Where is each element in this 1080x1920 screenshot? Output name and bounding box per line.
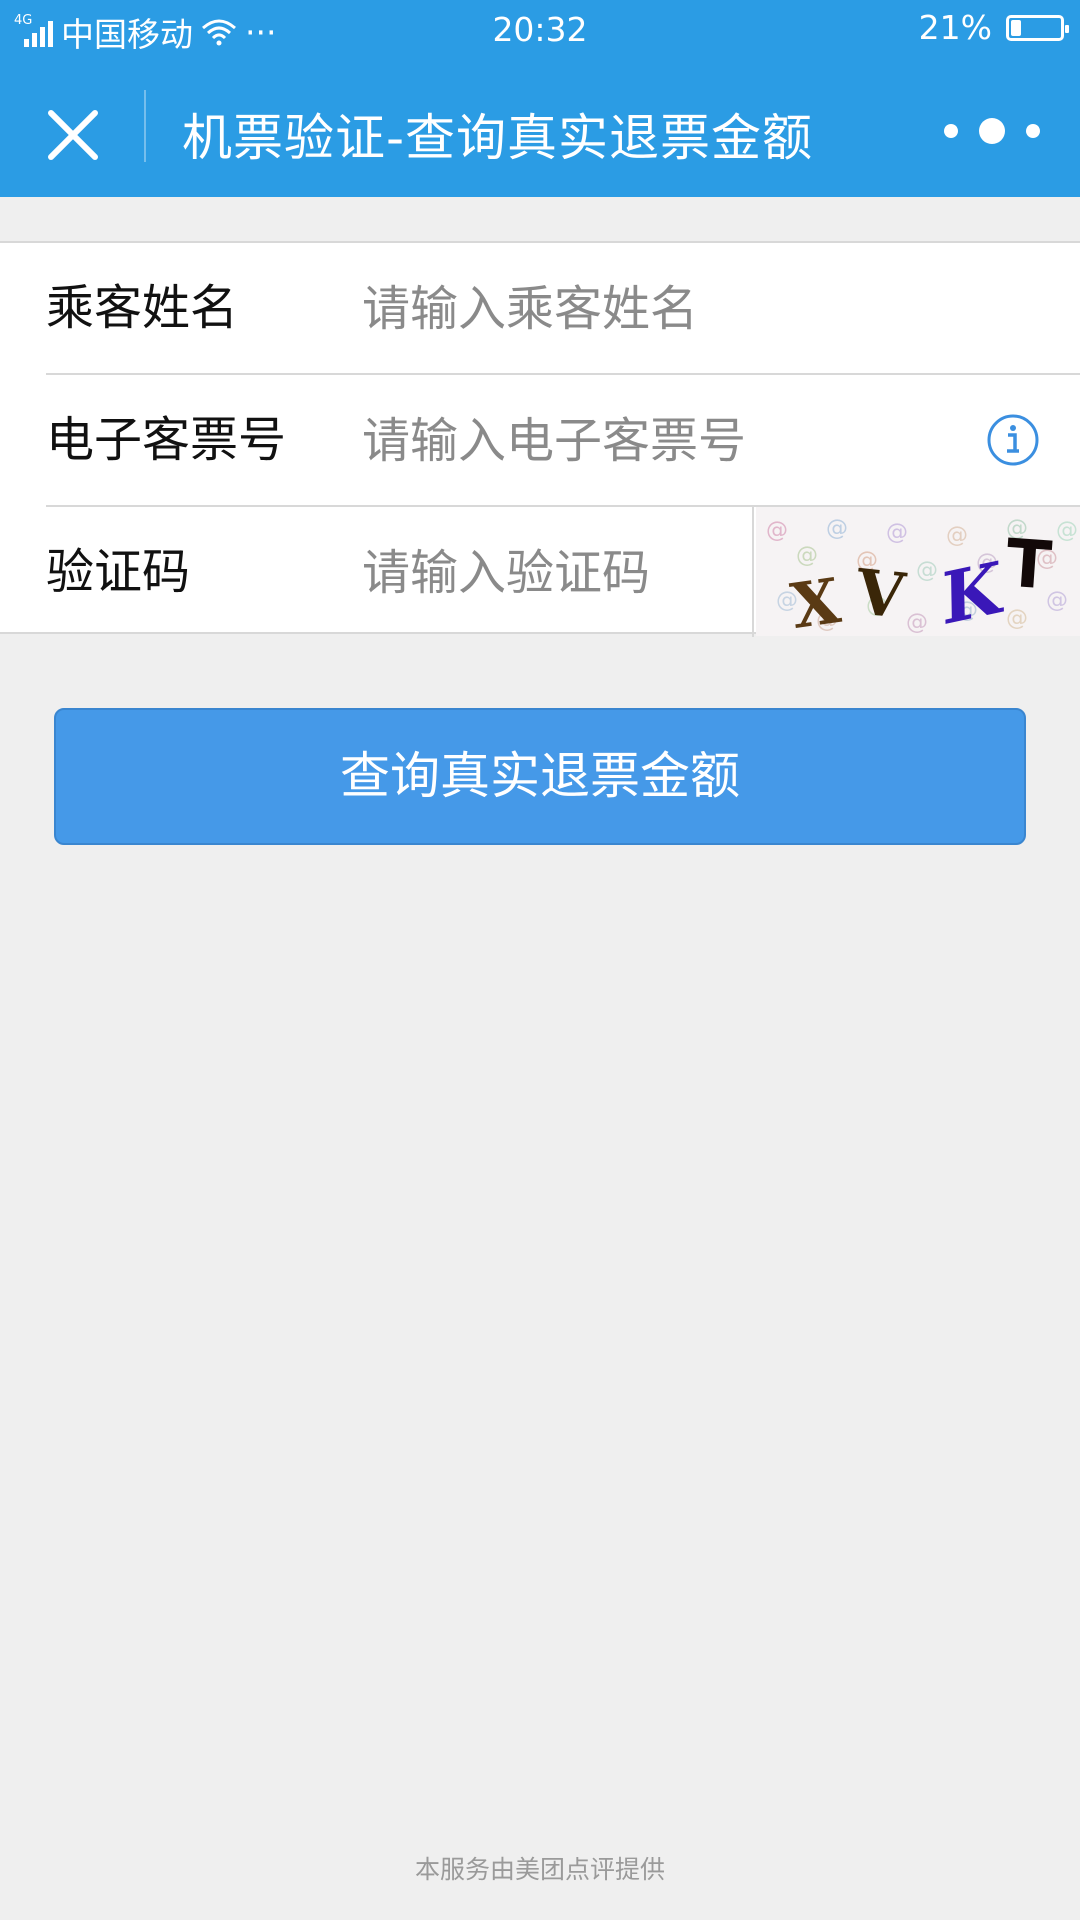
battery-icon xyxy=(1006,14,1069,41)
close-icon xyxy=(48,110,98,160)
ticket-number-label: 电子客票号 xyxy=(46,412,287,468)
svg-text:X: X xyxy=(787,564,846,636)
captcha-label: 验证码 xyxy=(46,544,191,600)
more-dots-icon xyxy=(944,124,958,138)
svg-text:K: K xyxy=(931,546,1013,636)
captcha-image-graphic: @@ @@ @@ @@ @@ @@ @@ @ @ @@ X V K T xyxy=(766,516,1078,636)
svg-text:@: @ xyxy=(1056,518,1078,543)
svg-text:@: @ xyxy=(906,610,928,635)
battery-percent: 21% xyxy=(918,8,992,47)
query-form: 乘客姓名 电子客票号 验证码 @@ @@ @@ @@ @@ @@ xyxy=(0,241,1080,637)
svg-text:@: @ xyxy=(886,520,908,545)
page-title: 机票验证-查询真实退票金额 xyxy=(182,109,814,167)
svg-text:V: V xyxy=(852,555,909,633)
svg-text:@: @ xyxy=(826,516,848,541)
close-button[interactable] xyxy=(38,100,108,170)
ticket-number-input[interactable] xyxy=(362,405,962,477)
info-icon[interactable] xyxy=(986,413,1040,467)
passenger-name-label: 乘客姓名 xyxy=(46,280,239,336)
ticket-number-row: 电子客票号 xyxy=(0,375,1080,505)
svg-text:@: @ xyxy=(946,523,968,548)
captcha-divider xyxy=(752,507,754,637)
battery-level xyxy=(1011,19,1021,36)
captcha-row: 验证码 @@ @@ @@ @@ @@ @@ @@ @@ @@ X V K T xyxy=(0,507,1080,637)
svg-text:@: @ xyxy=(796,543,818,568)
status-bar: 4G 中国移动 ··· 20:32 21% xyxy=(0,0,1080,58)
passenger-name-row: 乘客姓名 xyxy=(0,243,1080,373)
navbar-divider xyxy=(144,90,146,162)
navigation-bar: 机票验证-查询真实退票金额 xyxy=(0,58,1080,197)
svg-text:T: T xyxy=(1004,525,1054,605)
query-refund-button[interactable]: 查询真实退票金额 xyxy=(54,708,1026,845)
captcha-image[interactable]: @ @ @ @ @ @ @ @ @ @ @ @ @ @ @ @ @ @ X V K T xyxy=(756,507,1080,636)
more-button[interactable] xyxy=(944,108,1040,154)
service-provider-note: 本服务由美团点评提供 xyxy=(414,1855,665,1884)
captcha-input[interactable] xyxy=(362,537,742,609)
svg-text:@: @ xyxy=(766,518,788,543)
passenger-name-input[interactable] xyxy=(362,273,902,345)
status-right: 21% xyxy=(918,8,1069,47)
